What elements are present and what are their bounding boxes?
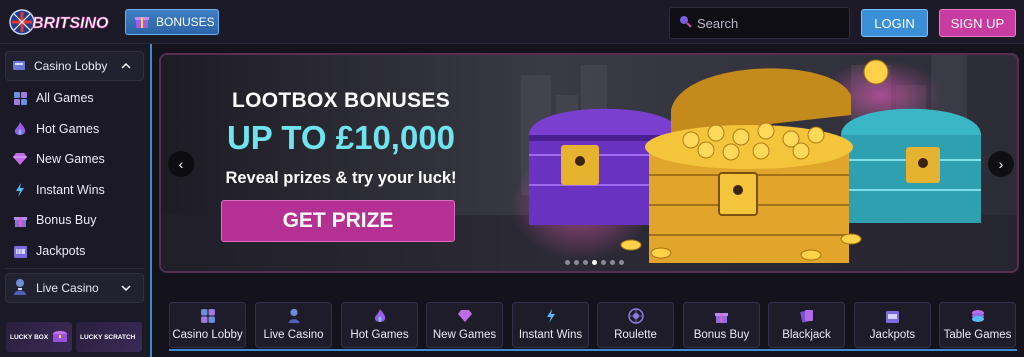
sidebar-item-label: New Games — [36, 152, 105, 166]
chevron-down-icon[interactable] — [121, 283, 131, 293]
cards-icon — [799, 308, 815, 324]
lightning-icon — [12, 182, 28, 198]
category-roulette[interactable]: Roulette — [597, 302, 674, 348]
category-label: Hot Games — [350, 329, 409, 341]
flame-icon — [12, 121, 28, 137]
sidebar-item-jackpots[interactable]: Jackpots — [12, 240, 85, 262]
carousel-dot[interactable] — [601, 260, 606, 265]
banner-title: LOOTBOX BONUSES — [231, 89, 451, 112]
carousel-dot[interactable] — [565, 260, 570, 265]
diamond-icon — [12, 151, 28, 167]
carousel-dots — [565, 260, 624, 265]
hero-banner[interactable]: LOOTBOX BONUSES UP TO £10,000 Reveal pri… — [159, 53, 1019, 273]
carousel-next-arrow[interactable]: › — [988, 151, 1014, 177]
dealer-icon — [12, 278, 28, 299]
search-icon — [678, 14, 692, 33]
category-label: Table Games — [943, 329, 1012, 341]
carousel-dot[interactable] — [583, 260, 588, 265]
sidebar-divider — [5, 268, 144, 269]
category-live-casino[interactable]: Live Casino — [255, 302, 332, 348]
gift-icon — [134, 13, 150, 32]
carousel-dot[interactable] — [610, 260, 615, 265]
casino-lobby-icon — [12, 58, 26, 75]
sidebar-casino-lobby-toggle[interactable]: Casino Lobby — [5, 51, 144, 81]
lightning-icon — [545, 308, 557, 324]
bonuses-label: BONUSES — [156, 15, 215, 29]
sidebar: Casino Lobby All Games Hot Games New Gam… — [0, 44, 152, 357]
roulette-icon — [627, 308, 644, 324]
casino-lobby-label: Casino Lobby — [34, 59, 108, 73]
category-bonus-buy[interactable]: Bonus Buy — [683, 302, 760, 348]
category-jackpots[interactable]: Jackpots — [854, 302, 931, 348]
sidebar-item-label: All Games — [36, 91, 94, 105]
category-label: Instant Wins — [518, 329, 583, 341]
diamond-icon — [457, 308, 473, 324]
category-hot-games[interactable]: Hot Games — [341, 302, 418, 348]
category-label: Blackjack — [782, 329, 831, 341]
carousel-prev-arrow[interactable]: ‹ — [168, 151, 194, 177]
category-blackjack[interactable]: Blackjack — [768, 302, 845, 348]
sidebar-live-casino-toggle[interactable]: Live Casino — [5, 273, 144, 303]
grid-icon — [200, 308, 216, 324]
sidebar-item-all-games[interactable]: All Games — [12, 87, 94, 109]
sidebar-item-label: Jackpots — [36, 244, 86, 258]
teal-chest-illustration — [841, 108, 981, 223]
promo-label: LUCKY BOX — [10, 333, 49, 341]
chips-icon — [970, 308, 986, 324]
treasure-chest-icon — [52, 329, 68, 345]
top-header: BRITSINO BONUSES LOGIN SIGN UP — [0, 0, 1024, 44]
sidebar-item-label: Instant Wins — [36, 183, 105, 197]
sidebar-item-instant-wins[interactable]: Instant Wins — [12, 179, 105, 201]
category-casino-lobby[interactable]: Casino Lobby — [169, 302, 246, 348]
sidebar-item-bonus-buy[interactable]: Bonus Buy — [12, 209, 96, 231]
promo-label: LUCKY SCRATCH — [80, 333, 136, 341]
live-casino-label: Live Casino — [36, 281, 99, 295]
carousel-dot[interactable] — [619, 260, 624, 265]
category-label: Jackpots — [869, 329, 916, 341]
flame-icon — [373, 308, 387, 324]
carousel-dot[interactable] — [592, 260, 597, 265]
gift-icon — [12, 212, 28, 228]
slot-machine-icon — [885, 308, 900, 324]
category-instant-wins[interactable]: Instant Wins — [512, 302, 589, 348]
sidebar-item-hot-games[interactable]: Hot Games — [12, 118, 99, 140]
search-box[interactable] — [669, 7, 850, 39]
sidebar-item-label: Hot Games — [36, 122, 100, 136]
sidebar-item-label: Bonus Buy — [36, 213, 97, 227]
signup-button[interactable]: SIGN UP — [939, 9, 1016, 37]
carousel-dot[interactable] — [574, 260, 579, 265]
logo-text: BRITSINO — [32, 15, 109, 32]
banner-amount: UP TO £10,000 — [226, 119, 456, 156]
category-bar: Casino Lobby Live Casino Hot Games New G… — [159, 290, 1019, 357]
search-input[interactable] — [697, 15, 847, 31]
grid-icon — [12, 90, 28, 106]
category-new-games[interactable]: New Games — [426, 302, 503, 348]
slot-machine-icon — [12, 243, 28, 259]
category-table-games[interactable]: Table Games — [939, 302, 1016, 348]
banner-subtitle: Reveal prizes & try your luck! — [225, 169, 457, 187]
get-prize-button[interactable]: GET PRIZE — [221, 200, 455, 242]
category-label: Live Casino — [263, 329, 324, 341]
gift-icon — [714, 308, 729, 324]
sidebar-item-new-games[interactable]: New Games — [12, 148, 105, 170]
category-label: Casino Lobby — [172, 329, 243, 341]
promo-lucky-box[interactable]: LUCKY BOX — [6, 322, 72, 352]
promo-lucky-scratch[interactable]: LUCKY SCRATCH — [76, 322, 142, 352]
bonuses-button[interactable]: BONUSES — [125, 9, 219, 35]
login-button[interactable]: LOGIN — [861, 9, 928, 37]
category-underline — [169, 349, 1017, 351]
chevron-up-icon[interactable] — [121, 61, 131, 71]
category-label: New Games — [432, 329, 497, 341]
category-label: Bonus Buy — [693, 329, 750, 341]
britsino-logo[interactable]: BRITSINO — [8, 6, 116, 38]
category-label: Roulette — [614, 329, 657, 341]
dealer-icon — [286, 308, 302, 324]
